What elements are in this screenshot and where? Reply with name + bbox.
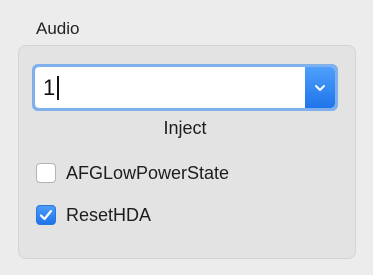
inject-combobox[interactable]: 1	[32, 64, 338, 111]
resethda-option[interactable]: ResetHDA	[36, 203, 151, 227]
section-title: Audio	[36, 19, 80, 38]
inject-label: Inject	[163, 118, 207, 138]
inject-combobox-field[interactable]: 1	[35, 67, 335, 108]
chevron-down-icon	[315, 84, 325, 91]
inject-value[interactable]: 1	[43, 75, 55, 101]
text-caret	[57, 76, 59, 100]
afglowpowerstate-checkbox[interactable]	[36, 163, 56, 183]
checkmark-icon	[39, 209, 53, 221]
afglowpowerstate-label[interactable]: AFGLowPowerState	[66, 162, 229, 184]
afglowpowerstate-option[interactable]: AFGLowPowerState	[36, 161, 229, 185]
resethda-checkbox[interactable]	[36, 205, 56, 225]
inject-dropdown-button[interactable]	[305, 67, 335, 108]
resethda-label[interactable]: ResetHDA	[66, 204, 151, 226]
audio-settings-panel: Audio 1 Inject AFGLowPowerState ResetHDA	[0, 0, 373, 275]
